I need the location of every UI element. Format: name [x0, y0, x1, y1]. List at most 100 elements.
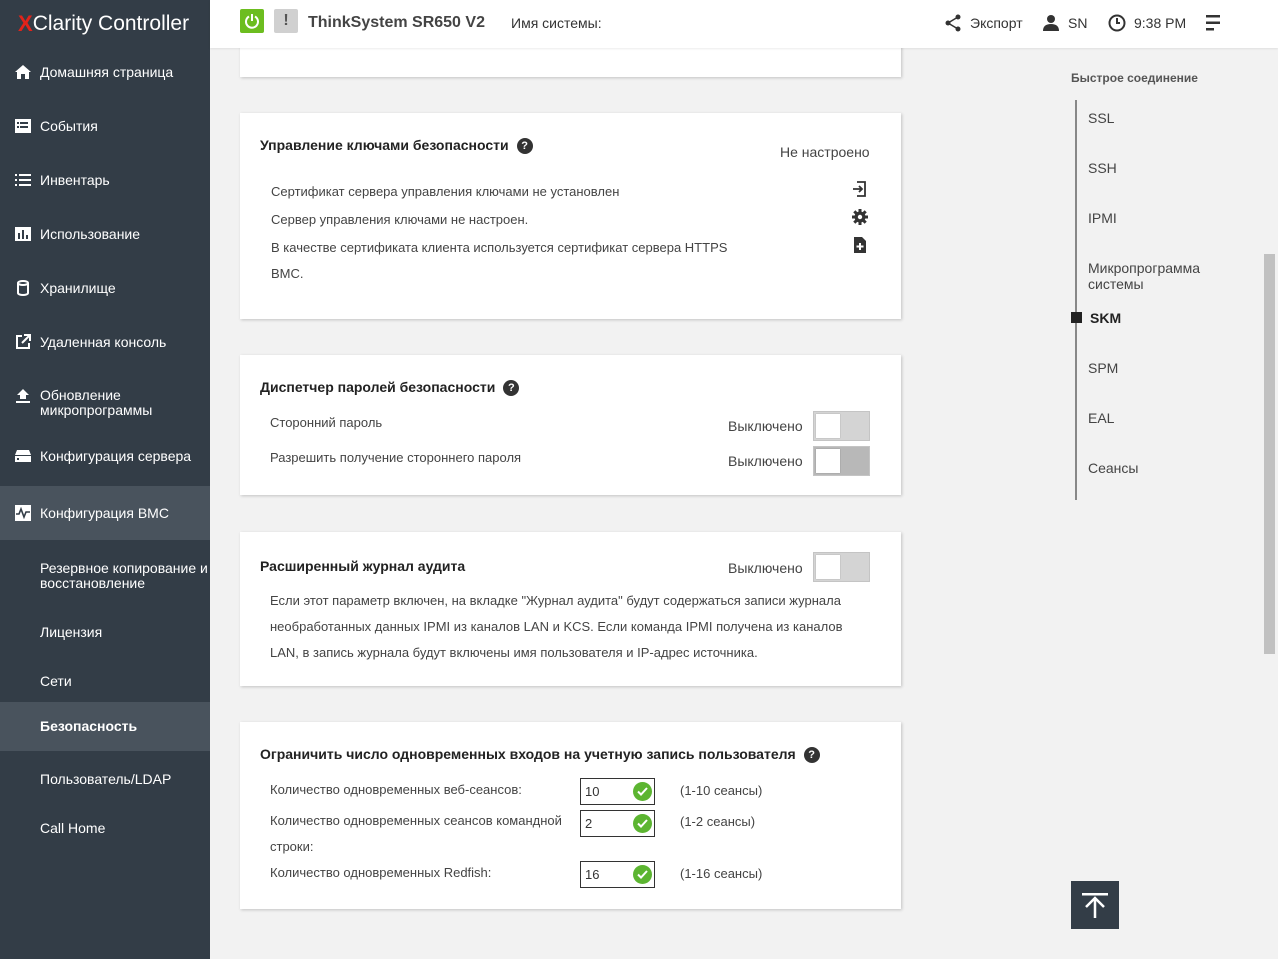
menu-button[interactable]	[1206, 14, 1222, 37]
sidebar-item-utilization[interactable]: Использование	[0, 222, 210, 246]
check-icon	[633, 782, 652, 801]
hamburger-icon	[1206, 15, 1220, 31]
sessions-row-label: Количество одновременных Redfish:	[270, 865, 492, 880]
home-icon	[13, 64, 33, 80]
spm-row-label: Сторонний пароль	[270, 415, 383, 430]
upload-icon	[13, 388, 33, 404]
list-icon	[13, 173, 33, 187]
top-header: ! ThinkSystem SR650 V2 Имя системы: Эксп…	[210, 0, 1278, 48]
quick-links-line	[1075, 100, 1077, 500]
sidebar-item-label: Обновление микропрограммы	[40, 387, 153, 418]
spm-title-text: Диспетчер паролей безопасности	[260, 379, 496, 395]
sidebar-subitem-license[interactable]: Лицензия	[0, 620, 210, 644]
redfish-sessions-input[interactable]: 16	[580, 861, 655, 888]
sidebar-subitem-label: Сети	[40, 672, 72, 689]
bmc-icon	[13, 505, 33, 521]
sidebar-subitem-security[interactable]: Безопасность	[0, 702, 210, 751]
user-label: SN	[1068, 15, 1088, 31]
anchor-spm[interactable]: SPM	[1088, 360, 1118, 376]
sidebar-subitem-call-home[interactable]: Call Home	[0, 816, 210, 840]
gear-icon	[852, 209, 868, 225]
export-button[interactable]: Экспорт	[944, 14, 1023, 32]
sessions-range: (1-2 сеансы)	[680, 814, 756, 829]
skm-line-server: Сервер управления ключами не настроен.	[271, 212, 529, 227]
server-model: ThinkSystem SR650 V2	[308, 14, 485, 31]
sidebar-subitem-label: Резервное копирование и восстановление	[40, 560, 208, 591]
sidebar-subitem-network[interactable]: Сети	[0, 669, 210, 693]
anchor-ipmi[interactable]: IPMI	[1088, 210, 1117, 226]
logo-clarity: Clarity	[32, 12, 93, 35]
sessions-range: (1-10 сеансы)	[680, 783, 763, 798]
spm-row-status: Выключено	[728, 418, 803, 434]
anchor-system-firmware[interactable]: Микропрограмма системы	[1088, 260, 1218, 292]
export-label: Экспорт	[970, 15, 1023, 31]
check-icon	[633, 865, 652, 884]
sidebar-subitem-backup[interactable]: Резервное копирование и восстановление	[0, 560, 210, 592]
anchor-sessions[interactable]: Сеансы	[1088, 460, 1138, 476]
user-menu[interactable]: SN	[1042, 14, 1087, 32]
extended-audit-log-toggle[interactable]	[813, 552, 870, 582]
sidebar-item-bmc-config[interactable]: Конфигурация BMC	[0, 486, 210, 540]
active-anchor-marker	[1071, 312, 1082, 323]
sessions-row-label: Количество одновременных сеансов командн…	[270, 813, 562, 854]
scrollbar-thumb[interactable]	[1264, 254, 1275, 654]
spm-row-label: Разрешить получение стороннего пароля	[270, 450, 522, 465]
sidebar-item-label: Хранилище	[40, 280, 116, 296]
sidebar-item-inventory[interactable]: Инвентарь	[0, 168, 210, 192]
input-value: 16	[585, 867, 600, 882]
anchor-ssh[interactable]: SSH	[1088, 160, 1117, 176]
back-to-top-button[interactable]	[1071, 881, 1119, 929]
skm-line-cert: Сертификат сервера управления ключами не…	[271, 184, 620, 199]
chart-icon	[13, 227, 33, 241]
logo-suffix: Controller	[92, 12, 190, 35]
user-icon	[1043, 15, 1059, 31]
configure-server-button[interactable]	[851, 208, 869, 231]
sidebar-subitem-label: Пользователь/LDAP	[40, 770, 172, 787]
add-cert-button[interactable]	[851, 236, 869, 259]
eal-status: Выключено	[728, 560, 803, 576]
quick-links-title: Быстрое соединение	[1071, 71, 1198, 85]
card-eal: Расширенный журнал аудита Выключено Если…	[240, 532, 901, 686]
page-scrollbar[interactable]	[1261, 0, 1278, 959]
app-logo[interactable]: X Clarity Controller	[0, 0, 210, 48]
web-sessions-input[interactable]: 10	[580, 778, 655, 805]
eal-description: Если этот параметр включен, на вкладке "…	[270, 593, 843, 660]
sidebar-item-events[interactable]: События	[0, 114, 210, 138]
card-skm: Управление ключами безопасности? Не наст…	[240, 113, 901, 319]
third-party-password-toggle[interactable]	[813, 411, 870, 441]
spm-row-status: Выключено	[728, 453, 803, 469]
input-value: 10	[585, 784, 600, 799]
help-icon[interactable]: ?	[516, 138, 533, 155]
sidebar-subitem-label: Безопасность	[40, 718, 138, 734]
import-cert-button[interactable]	[851, 180, 869, 203]
sidebar-item-server-config[interactable]: Конфигурация сервера	[0, 444, 210, 468]
sidebar-item-label: События	[40, 118, 98, 134]
sidebar-subitem-user-ldap[interactable]: Пользователь/LDAP	[0, 767, 210, 791]
sidebar-item-firmware-update[interactable]: Обновление микропрограммы	[0, 388, 210, 420]
sessions-title-text: Ограничить число одновременных входов на…	[260, 746, 796, 762]
anchor-skm[interactable]: SKM	[1090, 310, 1121, 326]
anchor-ssl[interactable]: SSL	[1088, 110, 1114, 126]
exclamation-icon: !	[283, 12, 289, 29]
help-icon[interactable]: ?	[503, 380, 520, 397]
sidebar-item-home[interactable]: Домашняя страница	[0, 60, 210, 84]
input-value: 2	[585, 816, 593, 831]
allow-retrieve-password-toggle[interactable]	[813, 446, 870, 476]
events-icon	[13, 119, 33, 133]
sessions-title: Ограничить число одновременных входов на…	[260, 746, 820, 764]
sessions-row-label: Количество одновременных веб-сеансов:	[270, 782, 522, 797]
help-icon[interactable]: ?	[803, 747, 820, 764]
toggle-knob	[816, 555, 840, 579]
sidebar: X Clarity Controller Домашняя страница Со…	[0, 0, 210, 959]
storage-icon	[13, 280, 33, 296]
arrow-up-icon	[1082, 893, 1108, 918]
file-add-icon	[854, 237, 866, 253]
power-button[interactable]	[240, 9, 264, 33]
sidebar-item-remote-console[interactable]: Удаленная консоль	[0, 330, 210, 354]
anchor-eal[interactable]: EAL	[1088, 410, 1114, 426]
sidebar-item-label: Конфигурация сервера	[40, 448, 192, 464]
cli-sessions-input[interactable]: 2	[580, 810, 655, 837]
sidebar-item-storage[interactable]: Хранилище	[0, 276, 210, 300]
alert-button[interactable]: !	[274, 9, 298, 33]
toggle-knob	[816, 414, 840, 438]
